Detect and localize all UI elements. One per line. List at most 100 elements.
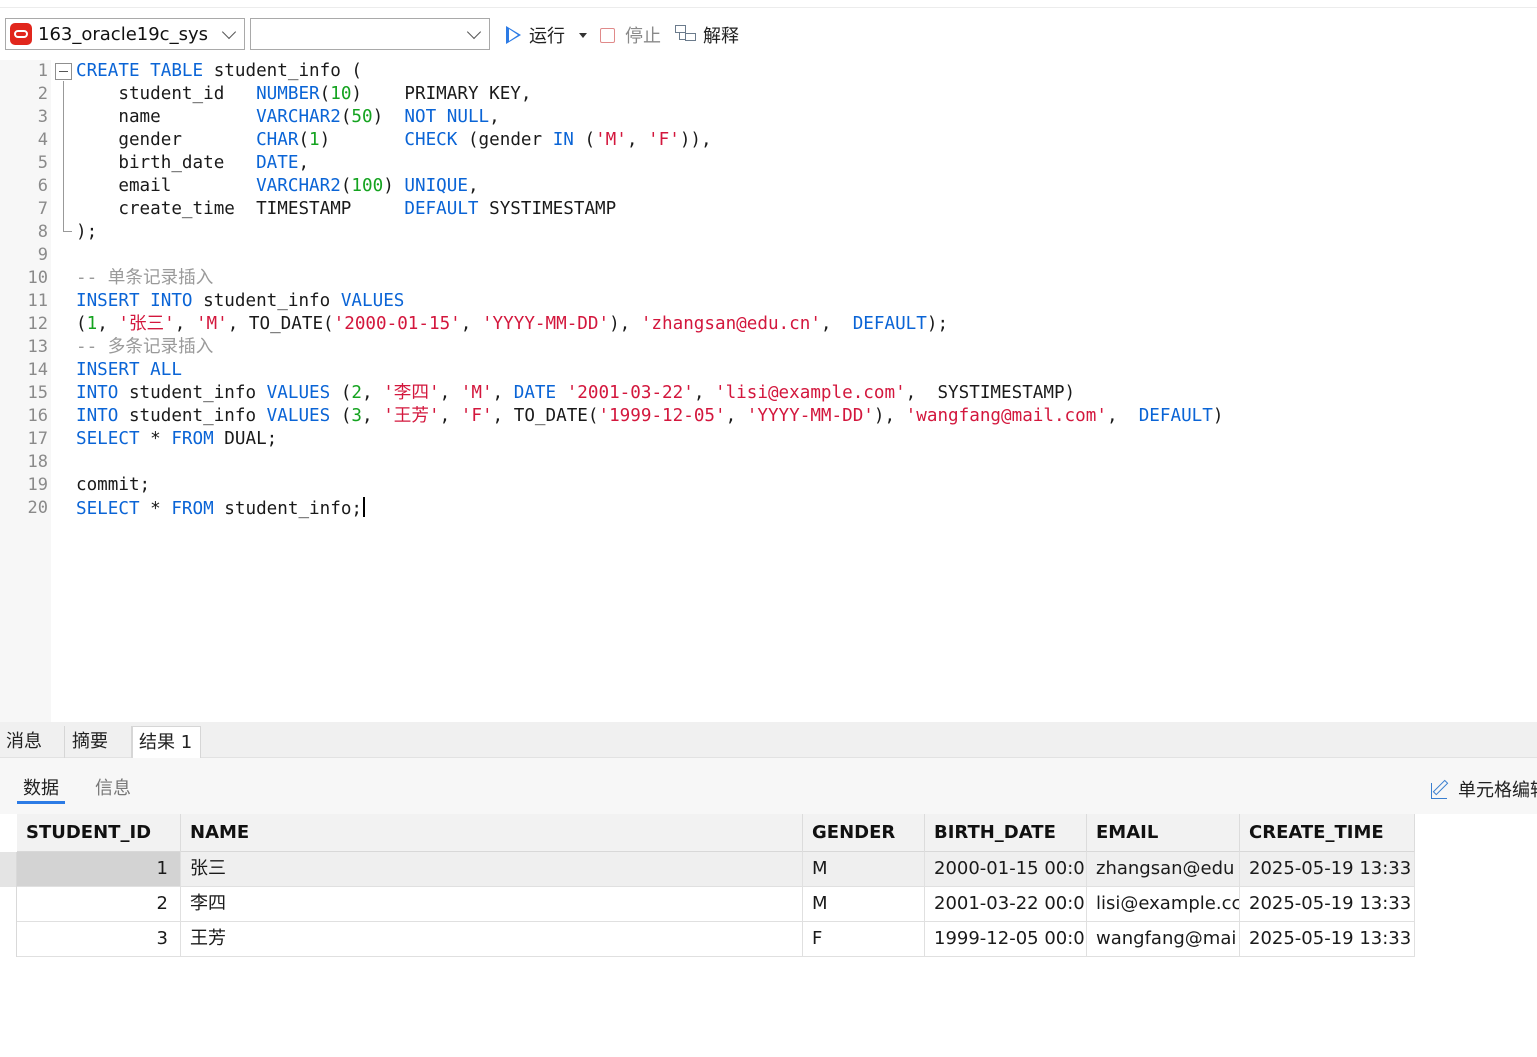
code-line[interactable]: INSERT INTO student_info VALUES	[76, 290, 1223, 313]
column-header-gender[interactable]: GENDER	[803, 814, 925, 852]
sql-editor[interactable]: 1 2 3 4 5 6 7 8 9 10 11 12 13 14 15 16 17 18 19 20 CREATE T…	[0, 60, 1537, 722]
cell-student-id[interactable]: 1	[17, 852, 181, 886]
code-line[interactable]: CREATE TABLE student_info (	[76, 60, 1223, 83]
table-row[interactable]: 1 张三 M 2000-01-15 00:0 zhangsan@edu 2025…	[0, 852, 1415, 887]
code-token: 'wangfang@mail.com'	[905, 406, 1107, 426]
code-token: ,	[820, 314, 853, 334]
row-selector[interactable]	[0, 887, 17, 922]
code-token: ,	[489, 107, 500, 127]
code-token: 'zhangsan@edu.cn'	[640, 314, 821, 334]
column-header-email[interactable]: EMAIL	[1087, 814, 1240, 852]
cell-birth-date[interactable]: 1999-12-05 00:0	[925, 922, 1087, 956]
cell-gender[interactable]: F	[803, 922, 925, 956]
code-line[interactable]: email VARCHAR2(100) UNIQUE,	[76, 175, 1223, 198]
line-number: 11	[27, 291, 48, 311]
code-line[interactable]: INTO student_info VALUES (3, '王芳', 'F', …	[76, 405, 1223, 428]
code-token: '张三'	[118, 314, 175, 334]
code-token: ,	[362, 406, 384, 426]
connection-select[interactable]: 163_oracle19c_sys	[5, 18, 245, 50]
code-token: SELECT	[76, 429, 140, 449]
code-line[interactable]: birth_date DATE,	[76, 152, 1223, 175]
subtab-info[interactable]: 信息	[95, 774, 131, 800]
code-line[interactable]: create_time TIMESTAMP DEFAULT SYSTIMESTA…	[76, 198, 1223, 221]
cell-student-id[interactable]: 3	[17, 922, 181, 956]
cell-birth-date[interactable]: 2001-03-22 00:0	[925, 887, 1087, 921]
cell-create-time[interactable]: 2025-05-19 13:33	[1240, 852, 1415, 886]
column-header-student-id[interactable]: STUDENT_ID	[17, 814, 181, 852]
code-token: 2	[351, 383, 363, 403]
cell-gender[interactable]: M	[803, 887, 925, 921]
cell-edit-button[interactable]: 单元格编辑	[1430, 776, 1537, 802]
code-line[interactable]: commit;	[76, 474, 1223, 497]
table-row[interactable]: 2 李四 M 2001-03-22 00:0 lisi@example.cc 2…	[0, 887, 1415, 922]
cell-create-time[interactable]: 2025-05-19 13:33	[1240, 887, 1415, 921]
run-button[interactable]: 运行	[506, 22, 587, 48]
code-token: VALUES	[340, 291, 405, 311]
code-line[interactable]: (1, '张三', 'M', TO_DATE('2000-01-15', 'YY…	[76, 313, 1223, 336]
column-header-name[interactable]: NAME	[181, 814, 803, 852]
code-token: -- 多条记录插入	[76, 337, 214, 357]
code-token: '王芳'	[383, 406, 440, 426]
code-token: student_info	[192, 291, 341, 311]
code-token: , TO_DATE(	[492, 406, 599, 426]
row-selector[interactable]	[0, 922, 17, 957]
database-select[interactable]	[250, 18, 490, 50]
code-line[interactable]: INSERT ALL	[76, 359, 1223, 382]
column-header-birth-date[interactable]: BIRTH_DATE	[925, 814, 1087, 852]
code-token: VALUES	[266, 383, 331, 403]
code-line[interactable]: student_id NUMBER(10) PRIMARY KEY,	[76, 83, 1223, 106]
fold-collapse-icon[interactable]	[55, 63, 72, 80]
cell-create-time[interactable]: 2025-05-19 13:33	[1240, 922, 1415, 956]
cell-birth-date[interactable]: 2000-01-15 00:0	[925, 852, 1087, 886]
code-line[interactable]	[76, 244, 1223, 267]
cell-email[interactable]: zhangsan@edu	[1087, 852, 1240, 886]
code-line[interactable]: INTO student_info VALUES (2, '李四', 'M' , …	[76, 382, 1223, 405]
tab-result-1[interactable]: 结果 1	[132, 726, 201, 758]
cell-email[interactable]: lisi@example.cc	[1087, 887, 1240, 921]
code-token: (	[330, 383, 352, 403]
code-token: SYSTIMESTAMP	[478, 199, 617, 219]
code-token: ,	[174, 314, 196, 334]
table-row[interactable]: 3 王芳 F 1999-12-05 00:0 wangfang@mai 2025…	[0, 922, 1415, 957]
code-line[interactable]: gender CHAR(1) CHECK (gender IN ('M', 'F…	[76, 129, 1223, 152]
run-dropdown-caret-icon[interactable]	[579, 32, 587, 38]
code-area[interactable]: CREATE TABLE student_info ( student_id N…	[76, 60, 1223, 520]
tab-messages[interactable]: 消息	[0, 726, 65, 758]
code-line[interactable]: );	[76, 221, 1223, 244]
code-line[interactable]: SELECT * FROM student_info;	[76, 497, 1223, 520]
line-number: 1	[37, 61, 48, 81]
code-line[interactable]: -- 多条记录插入	[76, 336, 1223, 359]
code-token: IN	[552, 130, 574, 150]
cell-email[interactable]: wangfang@mai	[1087, 922, 1240, 956]
active-subtab-indicator	[17, 801, 65, 804]
code-line[interactable]	[76, 451, 1223, 474]
row-selector[interactable]	[0, 852, 17, 887]
code-token: DUAL;	[213, 429, 278, 449]
explain-button[interactable]: 解释	[675, 22, 739, 48]
cell-name[interactable]: 张三	[181, 852, 803, 886]
stop-button[interactable]: 停止	[600, 22, 661, 48]
code-line[interactable]: -- 单条记录插入	[76, 267, 1223, 290]
cell-name[interactable]: 王芳	[181, 922, 803, 956]
tab-summary[interactable]: 摘要	[66, 726, 132, 758]
code-token: NOT NULL	[404, 107, 490, 127]
code-line[interactable]: name VARCHAR2(50) NOT NULL,	[76, 106, 1223, 129]
line-number: 3	[37, 107, 48, 127]
cell-name[interactable]: 李四	[181, 887, 803, 921]
code-token: 'F'	[648, 130, 680, 150]
line-number: 16	[27, 406, 48, 426]
code-token: INSERT ALL	[76, 360, 182, 380]
code-token: 3	[351, 406, 363, 426]
cell-gender[interactable]: M	[803, 852, 925, 886]
line-number: 20	[27, 498, 48, 518]
subtab-data[interactable]: 数据	[23, 774, 59, 800]
code-token: student_id	[76, 84, 257, 104]
code-token: (	[76, 314, 87, 334]
code-line[interactable]: SELECT * FROM DUAL;	[76, 428, 1223, 451]
cell-student-id[interactable]: 2	[17, 887, 181, 921]
code-token: 100	[351, 176, 384, 196]
column-header-create-time[interactable]: CREATE_TIME	[1240, 814, 1415, 852]
chevron-down-icon	[221, 24, 237, 39]
code-token: student_info	[118, 383, 267, 403]
code-token: 1	[86, 314, 98, 334]
